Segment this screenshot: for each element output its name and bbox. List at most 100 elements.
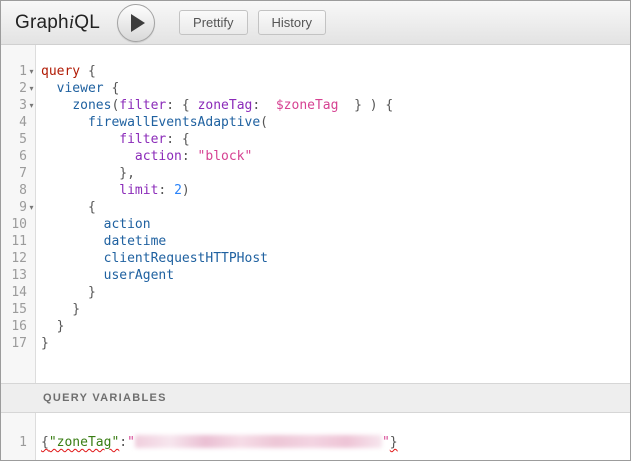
gutter-cell: 2▾ [1,80,36,97]
code-line[interactable]: 4 firewallEventsAdaptive( [1,114,630,131]
line-number: 7 [1,165,27,182]
query-variables-title: QUERY VARIABLES [43,392,167,404]
token-vkey: "zoneTag" [49,435,119,450]
line-number: 3 [1,97,27,114]
redacted-zone-tag-value [135,435,382,448]
execute-query-button[interactable] [117,4,155,42]
code-text: action: "block" [36,148,252,165]
token-punc: { [80,64,96,79]
code-text: viewer { [36,80,119,97]
gutter-cell: 15 [1,301,36,318]
fold-arrow-icon[interactable]: ▾ [27,80,36,97]
gutter-cell: 1▾ [1,63,36,80]
line-number: 14 [1,284,27,301]
toolbar: GraphiQL Prettify History [1,1,630,45]
gutter-cell: 4 [1,114,36,131]
gutter-cell: 14 [1,284,36,301]
gutter-cell: 13 [1,267,36,284]
line-number: 1 [1,63,27,80]
code-line[interactable]: 9▾ { [1,199,630,216]
gutter-cell: 11 [1,233,36,250]
gutter-cell: 12 [1,250,36,267]
fold-spacer [27,182,36,199]
token-prop: viewer [57,81,104,96]
token-attr: action [135,149,182,164]
code-line[interactable]: 3▾ zones(filter: { zoneTag: $zoneTag } )… [1,97,630,114]
fold-spacer [27,267,36,284]
line-number: 9 [1,199,27,216]
token-prop: action [104,217,151,232]
token-var: $zoneTag [276,98,339,113]
token-punc: } [41,336,49,351]
code-line[interactable]: 8 limit: 2) [1,182,630,199]
gutter-cell: 6 [1,148,36,165]
history-button[interactable]: History [258,10,326,35]
code-line[interactable]: 2▾ viewer { [1,80,630,97]
fold-spacer [27,131,36,148]
gutter-cell: 9▾ [1,199,36,216]
token-punc: ( [260,115,268,130]
token-attr: zoneTag [198,98,253,113]
fold-spacer [27,148,36,165]
token-punc: : { [166,98,197,113]
fold-arrow-icon[interactable]: ▾ [27,199,36,216]
line-number: 15 [1,301,27,318]
line-number: 13 [1,267,27,284]
code-line[interactable]: 13 userAgent [1,267,630,284]
code-line[interactable]: 15 } [1,301,630,318]
token-punc [41,115,88,130]
token-attr: filter [119,98,166,113]
logo-text: Graph [15,12,69,33]
fold-spacer [27,318,36,335]
token-punc: : { [166,132,189,147]
code-line[interactable]: 11 datetime [1,233,630,250]
code-text: clientRequestHTTPHost [36,250,268,267]
token-punc [41,268,104,283]
code-line[interactable]: 12 clientRequestHTTPHost [1,250,630,267]
gutter-cell: 8 [1,182,36,199]
query-variables-editor[interactable]: 1{"zoneTag":""} [1,413,630,460]
code-line[interactable]: 7 }, [1,165,630,182]
code-text: filter: { [36,131,190,148]
token-punc: : [158,183,174,198]
token-str: "block" [198,149,253,164]
code-line[interactable]: 1{"zoneTag":""} [1,434,630,451]
token-punc [41,81,57,96]
token-prop: firewallEventsAdaptive [88,115,260,130]
token-punc [41,183,119,198]
code-line[interactable]: 6 action: "block" [1,148,630,165]
gutter-cell: 16 [1,318,36,335]
code-text: } [36,301,80,318]
play-icon [131,14,145,32]
fold-spacer [27,250,36,267]
token-punc: { [104,81,120,96]
token-punc: { [41,200,96,215]
code-line[interactable]: 14 } [1,284,630,301]
fold-spacer [27,216,36,233]
token-punc [41,149,135,164]
fold-arrow-icon[interactable]: ▾ [27,63,36,80]
gutter-cell: 5 [1,131,36,148]
token-punc: { [41,435,49,450]
query-code: 1▾query {2▾ viewer {3▾ zones(filter: { z… [1,45,630,352]
line-number: 1 [1,434,27,451]
token-num: 2 [174,183,182,198]
token-punc [41,251,104,266]
code-line[interactable]: 1▾query { [1,63,630,80]
line-number: 17 [1,335,27,352]
query-variables-title-bar[interactable]: QUERY VARIABLES [1,383,630,413]
code-line[interactable]: 16 } [1,318,630,335]
line-number: 2 [1,80,27,97]
fold-arrow-icon[interactable]: ▾ [27,97,36,114]
code-line[interactable]: 5 filter: { [1,131,630,148]
code-line[interactable]: 17} [1,335,630,352]
token-str: " [382,435,390,450]
code-text: query { [36,63,96,80]
prettify-button[interactable]: Prettify [179,10,247,35]
token-prop: clientRequestHTTPHost [104,251,268,266]
token-punc: } [41,319,64,334]
code-line[interactable]: 10 action [1,216,630,233]
query-editor[interactable]: 1▾query {2▾ viewer {3▾ zones(filter: { z… [1,45,630,383]
token-kw: query [41,64,80,79]
line-number: 5 [1,131,27,148]
